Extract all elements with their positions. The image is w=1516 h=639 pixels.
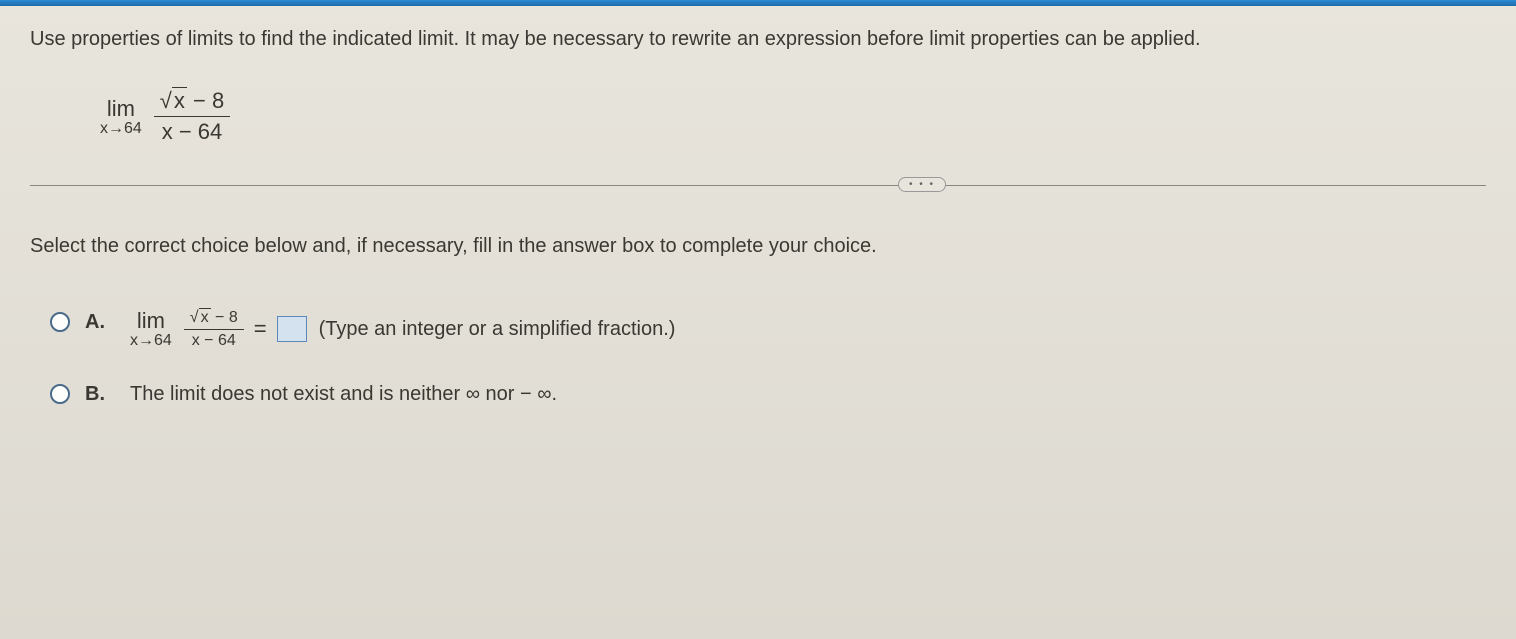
- denominator: x − 64: [156, 117, 229, 145]
- choice-a-content: lim x→64 √x − 8 x − 64 = (Type an intege…: [130, 308, 675, 350]
- expand-pill[interactable]: • • •: [898, 177, 946, 192]
- choice-b-text: The limit does not exist and is neither …: [130, 383, 557, 406]
- equals-sign: =: [254, 316, 267, 342]
- choice-b-label: B.: [85, 383, 110, 406]
- choice-a-hint: (Type an integer or a simplified fractio…: [319, 318, 676, 341]
- choice-a-label: A.: [85, 311, 110, 334]
- choice-a-fraction: √x − 8 x − 64: [184, 309, 244, 350]
- numerator: √x − 8: [154, 88, 230, 117]
- limit-expression: lim x→64 √x − 8 x − 64: [100, 88, 1486, 145]
- answer-input-box[interactable]: [277, 316, 307, 342]
- limit-fraction: √x − 8 x − 64: [154, 88, 230, 145]
- radio-choice-a[interactable]: [50, 312, 70, 332]
- question-prompt: Use properties of limits to find the ind…: [30, 25, 1486, 53]
- section-divider: • • •: [30, 175, 1486, 195]
- instruction-text: Select the correct choice below and, if …: [30, 235, 1486, 258]
- choice-a-lim-operator: lim x→64: [130, 308, 172, 350]
- lim-operator: lim x→64: [100, 96, 142, 138]
- radio-choice-b[interactable]: [50, 384, 70, 404]
- choice-a-denominator: x − 64: [186, 330, 242, 350]
- choice-b-row: B. The limit does not exist and is neith…: [50, 380, 1486, 406]
- choice-a-numerator: √x − 8: [184, 309, 244, 330]
- choice-a-row: A. lim x→64 √x − 8 x − 64 = (Type an int…: [50, 308, 1486, 350]
